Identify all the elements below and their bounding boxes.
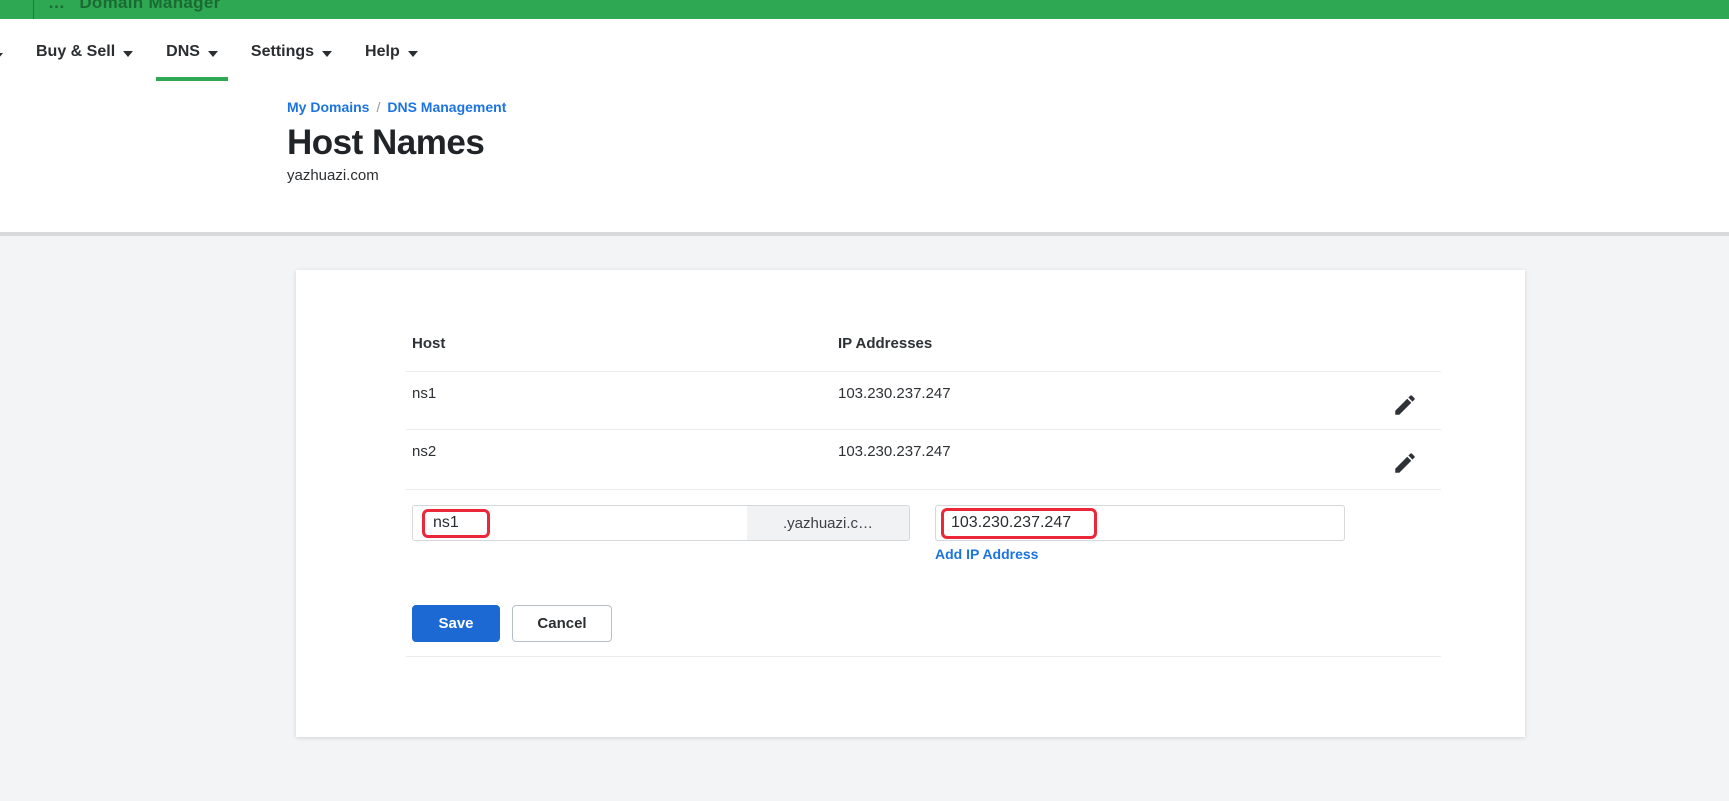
main-nav: Buy & Sell DNS Settings Help	[0, 19, 1729, 84]
ip-cell: 103.230.237.247	[838, 443, 951, 460]
add-ip-address-link[interactable]: Add IP Address	[935, 546, 1038, 562]
chevron-down-icon	[123, 44, 133, 62]
breadcrumb-ellipsis[interactable]: …	[48, 0, 65, 12]
nav-item-buy-sell[interactable]: Buy & Sell	[36, 19, 133, 84]
topbar-divider	[33, 0, 34, 19]
host-input[interactable]	[413, 506, 747, 540]
domain-suffix: .yazhuazi.c…	[747, 506, 909, 540]
nav-item-label: DNS	[166, 43, 200, 61]
row-divider	[406, 371, 1441, 372]
host-cell: ns1	[412, 385, 436, 402]
host-cell: ns2	[412, 443, 436, 460]
breadcrumb-my-domains[interactable]: My Domains	[287, 99, 369, 115]
breadcrumb-dns-management[interactable]: DNS Management	[387, 99, 506, 115]
breadcrumb-separator: /	[376, 99, 380, 115]
edit-host-button[interactable]	[1390, 390, 1420, 423]
top-bar: … Domain Manager	[0, 0, 1729, 19]
save-button[interactable]: Save	[412, 605, 500, 642]
row-divider	[406, 429, 1441, 430]
app-title: Domain Manager	[79, 0, 220, 12]
chevron-down-icon	[408, 44, 418, 62]
form-divider	[406, 656, 1441, 657]
nav-item-dns[interactable]: DNS	[166, 19, 218, 84]
ip-address-input[interactable]	[936, 506, 1344, 540]
nav-item-help[interactable]: Help	[365, 19, 418, 84]
nav-item-label: Buy & Sell	[36, 43, 115, 61]
pencil-icon	[1392, 406, 1418, 421]
chevron-down-icon[interactable]	[0, 46, 3, 64]
cancel-button[interactable]: Cancel	[512, 605, 612, 642]
column-header-ip-addresses: IP Addresses	[838, 335, 932, 352]
chevron-down-icon	[322, 44, 332, 62]
row-divider	[406, 489, 1441, 490]
ip-cell: 103.230.237.247	[838, 385, 951, 402]
pencil-icon	[1392, 464, 1418, 479]
domain-name: yazhuazi.com	[287, 167, 1729, 184]
content-area: Host IP Addresses ns1 103.230.237.247 ns…	[0, 236, 1729, 801]
host-input-group: .yazhuazi.c…	[412, 505, 910, 541]
edit-host-button[interactable]	[1390, 448, 1420, 481]
nav-item-label: Help	[365, 43, 400, 61]
ip-input-group	[935, 505, 1345, 541]
column-header-host: Host	[412, 335, 445, 352]
chevron-down-icon	[208, 44, 218, 62]
breadcrumb: My Domains / DNS Management	[287, 84, 1729, 115]
host-names-card: Host IP Addresses ns1 103.230.237.247 ns…	[296, 270, 1525, 737]
page-header: My Domains / DNS Management Host Names yaz…	[0, 84, 1729, 232]
page-title: Host Names	[287, 123, 1729, 163]
nav-item-settings[interactable]: Settings	[251, 19, 332, 84]
nav-item-label: Settings	[251, 43, 314, 61]
